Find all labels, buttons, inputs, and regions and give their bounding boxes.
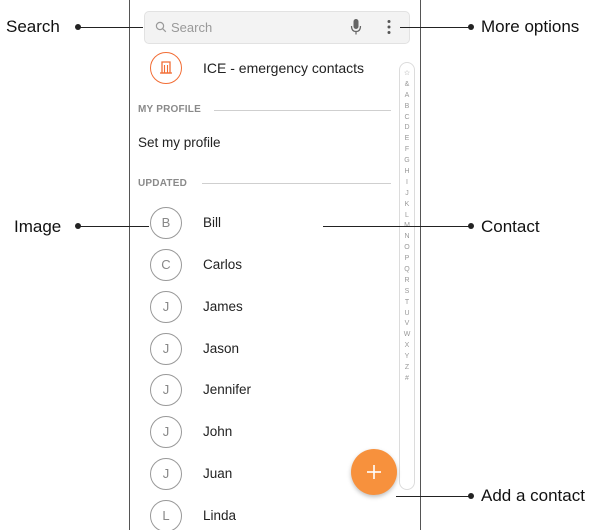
avatar: J: [150, 458, 182, 490]
contact-row[interactable]: J John: [150, 416, 390, 452]
callout-dot: [468, 24, 474, 30]
index-letter[interactable]: Y: [405, 352, 410, 363]
contact-name: Bill: [203, 215, 222, 230]
index-letter[interactable]: E: [405, 134, 410, 145]
index-letter[interactable]: &: [405, 80, 410, 91]
index-letter[interactable]: J: [405, 189, 409, 200]
index-letter[interactable]: S: [405, 287, 410, 298]
contact-row[interactable]: C Carlos: [150, 249, 390, 285]
index-letter[interactable]: O: [404, 243, 409, 254]
index-letter[interactable]: D: [404, 123, 409, 134]
divider: [202, 183, 391, 184]
avatar: B: [150, 207, 182, 239]
index-letter[interactable]: I: [406, 178, 408, 189]
avatar: J: [150, 374, 182, 406]
index-letter[interactable]: K: [405, 200, 410, 211]
contact-row[interactable]: J Jennifer: [150, 374, 390, 410]
contact-row[interactable]: J Jason: [150, 333, 390, 369]
callout-dot: [468, 493, 474, 499]
callout-label-contact: Contact: [481, 217, 540, 236]
callout-line: [396, 496, 471, 497]
contact-row[interactable]: J James: [150, 291, 390, 327]
avatar: C: [150, 249, 182, 281]
index-letter[interactable]: ☆: [404, 69, 410, 80]
contact-name: Carlos: [203, 257, 243, 272]
contact-name: Jennifer: [203, 382, 252, 397]
callout-label-add-contact: Add a contact: [481, 486, 585, 505]
search-input[interactable]: [171, 17, 331, 37]
contacts-screen: ICE - emergency contacts MY PROFILE Set …: [129, 0, 421, 530]
search-icon: [155, 20, 167, 38]
contact-row[interactable]: L Linda: [150, 500, 390, 530]
avatar: J: [150, 416, 182, 448]
callout-dot: [468, 223, 474, 229]
index-letter[interactable]: L: [405, 211, 409, 222]
contact-name: Linda: [203, 508, 237, 523]
callout-line: [400, 27, 471, 28]
callout-label-search: Search: [6, 17, 60, 36]
section-header-my-profile: MY PROFILE: [138, 104, 201, 115]
index-letter[interactable]: C: [404, 113, 409, 124]
alphabet-index-scrollbar[interactable]: ☆&ABCDEFGHIJKLMNOPQRSTUVWXYZ#: [399, 62, 415, 490]
contact-name: Jason: [203, 341, 240, 356]
index-letter[interactable]: H: [404, 167, 409, 178]
index-letter[interactable]: R: [404, 276, 409, 287]
index-letter[interactable]: #: [405, 374, 409, 385]
contact-name: Juan: [203, 466, 233, 481]
index-letter[interactable]: F: [405, 145, 409, 156]
callout-label-more-options: More options: [481, 17, 580, 36]
index-letter[interactable]: G: [404, 156, 409, 167]
callout-line: [78, 27, 143, 28]
index-letter[interactable]: Z: [405, 363, 409, 374]
add-contact-button[interactable]: [351, 449, 397, 495]
index-letter[interactable]: P: [405, 254, 410, 265]
contact-row[interactable]: B Bill: [150, 207, 390, 243]
callout-line: [78, 226, 149, 227]
ice-label: ICE - emergency contacts: [203, 60, 365, 76]
divider: [214, 110, 391, 111]
avatar: L: [150, 500, 182, 530]
index-letter[interactable]: U: [404, 309, 409, 320]
index-letter[interactable]: W: [404, 330, 411, 341]
section-header-updated: UPDATED: [138, 178, 187, 189]
contact-name: John: [203, 424, 233, 439]
ice-emergency-contacts[interactable]: ICE - emergency contacts: [150, 52, 400, 88]
ice-icon: [150, 52, 182, 84]
index-letter[interactable]: T: [405, 298, 409, 309]
index-letter[interactable]: Q: [404, 265, 409, 276]
index-letter[interactable]: N: [404, 232, 409, 243]
more-options-icon[interactable]: [386, 18, 392, 41]
mic-icon[interactable]: [350, 18, 362, 41]
search-bar[interactable]: [144, 11, 410, 44]
index-letter[interactable]: V: [405, 319, 410, 330]
avatar: J: [150, 333, 182, 365]
contact-name: James: [203, 299, 243, 314]
index-letter[interactable]: B: [405, 102, 410, 113]
callout-label-image: Image: [14, 217, 62, 236]
index-letter[interactable]: X: [405, 341, 410, 352]
index-letter[interactable]: A: [405, 91, 410, 102]
callout-line: [323, 226, 471, 227]
avatar: J: [150, 291, 182, 323]
plus-icon: [367, 465, 381, 479]
set-my-profile[interactable]: Set my profile: [138, 135, 221, 150]
